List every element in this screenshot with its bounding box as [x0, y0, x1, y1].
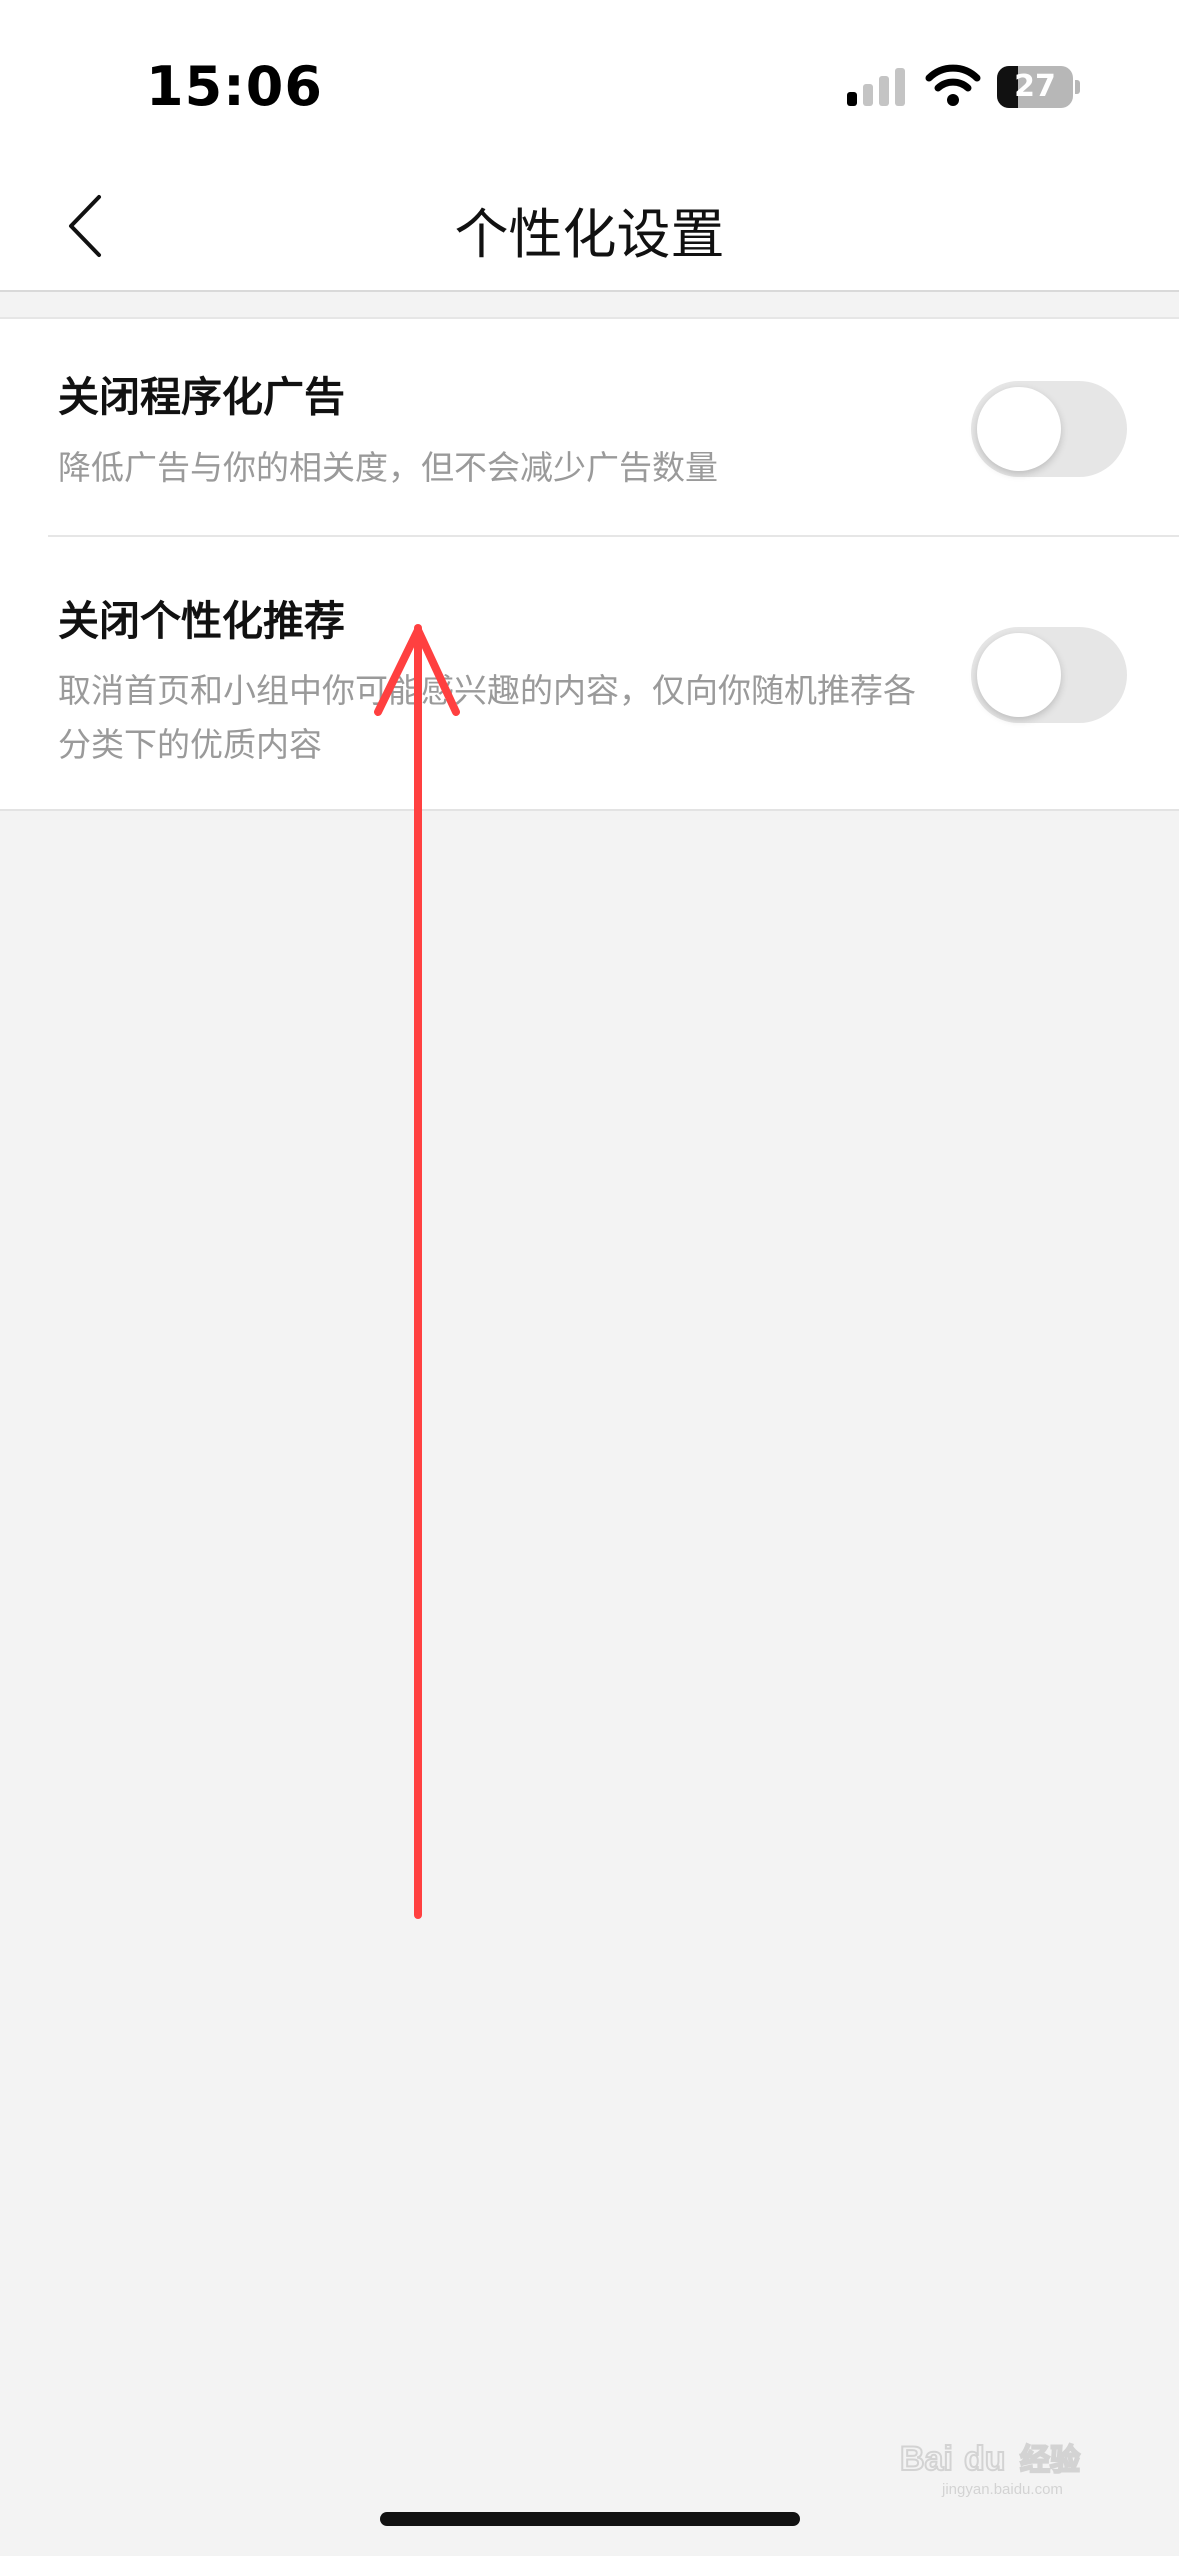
wifi-icon	[925, 64, 981, 106]
battery-body: 27	[997, 66, 1073, 108]
personalized-recommendations-toggle[interactable]	[971, 627, 1127, 723]
setting-item-personalized-recommendations: 关闭个性化推荐 取消首页和小组中你可能感兴趣的内容，仅向你随机推荐各分类下的优质…	[0, 537, 1179, 809]
svg-text:jingyan.baidu.com: jingyan.baidu.com	[941, 2481, 1063, 2498]
svg-text:Bai: Bai	[900, 2440, 953, 2478]
home-indicator[interactable]	[380, 2512, 800, 2526]
signal-icon	[847, 68, 905, 106]
annotation-arrow-icon	[374, 624, 460, 1919]
svg-text:du: du	[964, 2440, 1006, 2478]
status-bar: 15:06 27	[0, 0, 1179, 160]
setting-description: 降低广告与你的相关度，但不会减少广告数量	[58, 448, 718, 487]
status-time: 15:06	[146, 55, 323, 118]
setting-title: 关闭程序化广告	[58, 373, 345, 421]
battery-icon: 27	[997, 66, 1080, 108]
settings-list: 关闭程序化广告 降低广告与你的相关度，但不会减少广告数量 关闭个性化推荐 取消首…	[0, 317, 1179, 811]
baidu-watermark-logo: Bai du 经验 jingyan.baidu.com	[900, 2439, 1081, 2498]
toggle-knob	[977, 633, 1061, 717]
nav-bar: 个性化设置	[0, 160, 1179, 292]
battery-cap	[1075, 80, 1080, 94]
setting-item-programmatic-ads: 关闭程序化广告 降低广告与你的相关度，但不会减少广告数量	[0, 319, 1179, 537]
page-title: 个性化设置	[454, 203, 725, 266]
screen: 15:06 27 个性化设置 关闭程序化广告 降低广告与你的相关度，但不会减少广…	[0, 0, 1179, 2556]
setting-title: 关闭个性化推荐	[58, 597, 345, 645]
battery-level: 27	[1014, 69, 1056, 104]
setting-description: 取消首页和小组中你可能感兴趣的内容，仅向你随机推荐各分类下的优质内容	[58, 671, 916, 764]
svg-text:经验: 经验	[1020, 2443, 1080, 2478]
toggle-knob	[977, 387, 1061, 471]
programmatic-ads-toggle[interactable]	[971, 381, 1127, 477]
